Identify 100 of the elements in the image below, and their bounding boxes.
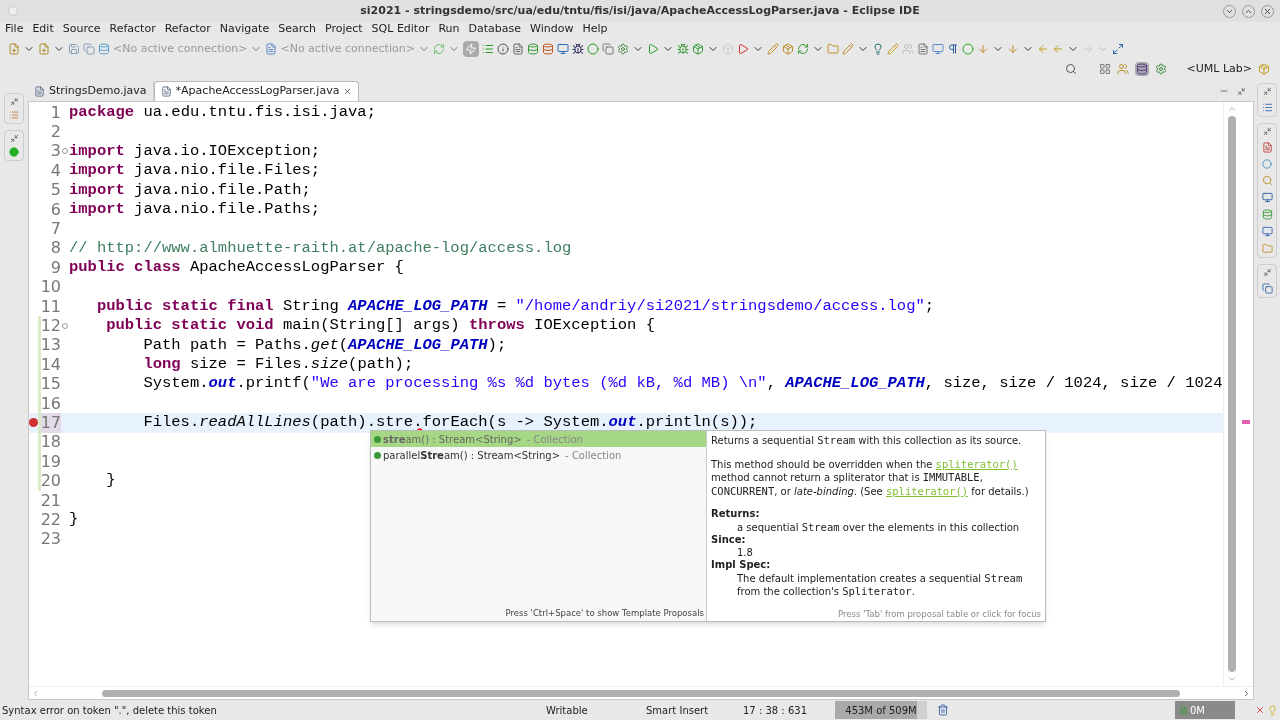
copy-icon[interactable] [1261, 283, 1273, 294]
line-number: 4 [50, 162, 61, 179]
search-icon[interactable] [1064, 63, 1077, 75]
editor-tab[interactable]: *ApacheAccessLogParser.java [153, 81, 360, 101]
scroll-right-icon[interactable] [1242, 688, 1251, 698]
arrow-down-icon[interactable] [1006, 43, 1019, 55]
new-file-icon[interactable] [8, 43, 20, 55]
restore-icon[interactable] [1262, 127, 1272, 136]
arrow-down-icon[interactable] [976, 43, 989, 55]
close-icon [1263, 6, 1272, 16]
people-icon[interactable] [901, 43, 914, 55]
pencil-icon[interactable] [841, 43, 854, 55]
people-icon[interactable] [1116, 63, 1129, 75]
gear-icon[interactable] [1154, 63, 1167, 75]
refresh-icon[interactable] [432, 43, 445, 55]
vertical-scrollbar[interactable] [1227, 116, 1236, 672]
doc-heading: Impl Spec: [711, 559, 772, 572]
heap-meter[interactable]: 453M of 509M [835, 701, 927, 719]
refresh-icon[interactable] [796, 43, 809, 55]
document-icon[interactable] [916, 43, 929, 55]
menu-item[interactable]: Refactor [109, 21, 156, 38]
status-insert-mode: Smart Insert [646, 703, 710, 718]
template-hint: Press 'Ctrl+Space' to show Template Proposals [504, 607, 705, 621]
monitor-icon[interactable] [1261, 192, 1273, 203]
menu-item[interactable]: SQL Editor [371, 21, 430, 38]
restore-icon[interactable] [1237, 87, 1246, 96]
menu-item[interactable]: File [5, 21, 24, 38]
menu-item[interactable]: Window [530, 21, 574, 38]
database-icon[interactable] [98, 43, 110, 55]
garbage-collect-icon[interactable] [937, 704, 949, 716]
pilcrow-icon[interactable] [946, 43, 959, 55]
back-icon[interactable] [1036, 43, 1049, 55]
restore-icon[interactable] [1262, 268, 1272, 277]
scroll-down-icon[interactable] [1226, 674, 1237, 684]
grid-icon[interactable] [1098, 63, 1111, 75]
circle-icon[interactable] [1262, 159, 1272, 169]
line-number: 7 [50, 221, 61, 238]
save-icon[interactable] [68, 43, 80, 55]
menu-item[interactable]: Search [278, 21, 316, 38]
back-icon[interactable] [1051, 43, 1064, 55]
copy-icon[interactable] [83, 43, 95, 55]
doc-paragraph: Returns a sequential Stream with this collection as its source. [711, 434, 1023, 448]
menu-item[interactable]: Edit [32, 21, 54, 38]
horizontal-scrollbar[interactable] [102, 689, 1180, 697]
run-icon[interactable] [646, 43, 659, 55]
database-icon[interactable] [1261, 209, 1273, 220]
menu-item[interactable]: Refactor [164, 21, 211, 38]
scroll-up-icon[interactable] [1226, 104, 1237, 114]
code-line: import java.io.IOException; [69, 141, 321, 162]
menu-item[interactable]: Source [62, 21, 101, 38]
monitor-icon[interactable] [1261, 226, 1273, 237]
search-icon[interactable] [1261, 175, 1273, 186]
proposal-item[interactable]: stream() : Stream<String> - Collection [371, 431, 706, 447]
document-icon[interactable] [1261, 142, 1273, 153]
proposal-item[interactable]: parallelStream() : Stream<String> - Collection [371, 447, 706, 463]
database-icon[interactable] [541, 43, 554, 55]
line-number: 18 [40, 434, 61, 451]
document-icon[interactable] [511, 43, 524, 55]
perspective-label[interactable]: <UML Lab> [1186, 60, 1252, 78]
menu-item[interactable]: Navigate [219, 21, 270, 38]
database-icon[interactable] [526, 43, 539, 55]
restore-icon[interactable] [9, 97, 19, 106]
info-icon[interactable] [496, 43, 509, 55]
pencil-icon[interactable] [766, 43, 779, 55]
scroll-left-icon[interactable] [31, 688, 40, 698]
database-icon[interactable] [1135, 63, 1148, 75]
line-number: 21 [40, 492, 61, 509]
circle-icon[interactable] [9, 147, 19, 157]
new-file-icon[interactable] [38, 43, 50, 55]
document-icon[interactable] [265, 43, 278, 55]
package-icon[interactable] [691, 43, 704, 55]
lightbulb-icon[interactable] [871, 43, 884, 55]
folder-icon[interactable] [826, 43, 839, 55]
menu-item[interactable]: Help [582, 21, 608, 38]
menu-item[interactable]: Database [468, 21, 522, 38]
monitor-icon[interactable] [556, 43, 569, 55]
progress-text: 0M [1190, 703, 1205, 718]
line-number: 19 [40, 453, 61, 470]
close-icon[interactable] [343, 87, 353, 96]
run-icon[interactable] [736, 43, 749, 55]
monitor-icon[interactable] [931, 43, 944, 55]
folder-icon[interactable] [1261, 243, 1273, 254]
restore-icon[interactable] [1262, 87, 1272, 96]
outline-icon[interactable] [1261, 102, 1273, 113]
error-icon[interactable] [1255, 705, 1265, 715]
code-line: public static void main(String[] args) throws IOException { [105, 316, 656, 336]
package-icon[interactable] [1258, 63, 1270, 75]
list-icon[interactable] [481, 43, 494, 55]
list-icon[interactable] [9, 110, 19, 120]
gear-icon[interactable] [616, 43, 629, 55]
flash-icon[interactable] [464, 43, 477, 55]
bug-icon[interactable] [571, 43, 584, 55]
menu-item[interactable]: Run [438, 21, 460, 38]
doc-paragraph: This method should be overridden when the spliterator() method cannot return a spliterator that is IMMUTABLE, CONCURRENT, or late-binding. (See spliterator() for details.) [711, 457, 1030, 498]
copy-icon[interactable] [601, 43, 614, 55]
pencil-icon[interactable] [886, 43, 899, 55]
menu-item[interactable]: Project [324, 21, 363, 38]
line-number: 23 [40, 531, 61, 548]
restore-icon[interactable] [9, 134, 19, 143]
package-icon[interactable] [781, 43, 794, 55]
